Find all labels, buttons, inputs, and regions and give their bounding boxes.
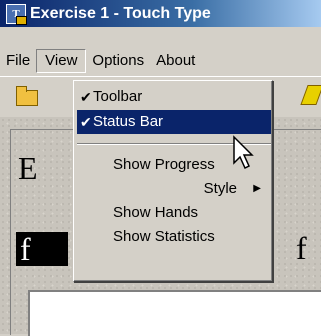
key-letter: f	[296, 230, 307, 266]
menu-view[interactable]: View	[36, 49, 87, 73]
current-key-highlight: f	[16, 232, 68, 266]
view-menu-dropdown: ✔ Toolbar ✔ Status Bar Show Progress Sty…	[73, 80, 273, 282]
menu-item-show-statistics[interactable]: Show Statistics	[77, 225, 271, 249]
edit-button[interactable]	[300, 85, 321, 111]
check-icon: ✔	[80, 89, 92, 105]
window-title: Exercise 1 - Touch Type	[30, 4, 211, 22]
menu-item-label: Toolbar	[93, 88, 143, 105]
pencil-icon	[300, 85, 321, 105]
menu-item-show-hands[interactable]: Show Hands	[77, 201, 271, 225]
menu-item-label: Show Hands	[113, 204, 199, 221]
menu-item-toolbar[interactable]: ✔ Toolbar	[77, 85, 271, 109]
menu-about[interactable]: About	[150, 49, 201, 73]
open-button[interactable]	[14, 85, 40, 111]
typing-input[interactable]	[28, 290, 321, 336]
menu-item-label: Show Progress	[113, 156, 215, 173]
menu-file[interactable]: File	[0, 49, 36, 73]
menu-item-label: Style	[203, 180, 237, 197]
menu-item-status-bar[interactable]: ✔ Status Bar	[77, 110, 271, 134]
menu-options[interactable]: Options	[86, 49, 150, 73]
menu-bar: File View Options About	[0, 48, 321, 74]
menu-item-label: Show Statistics	[113, 228, 215, 245]
menubar-spacer	[0, 27, 321, 48]
submenu-arrow-icon: ▶	[253, 183, 261, 194]
title-bar[interactable]: T Exercise 1 - Touch Type	[0, 0, 321, 27]
menu-item-label: Status Bar	[93, 113, 164, 130]
mouse-cursor-icon	[233, 135, 254, 170]
app-icon: T	[6, 3, 27, 25]
menu-item-style[interactable]: Style ▶	[77, 177, 271, 201]
folder-icon	[16, 86, 38, 106]
check-icon: ✔	[80, 114, 92, 130]
lesson-heading-letter: E	[18, 150, 38, 186]
